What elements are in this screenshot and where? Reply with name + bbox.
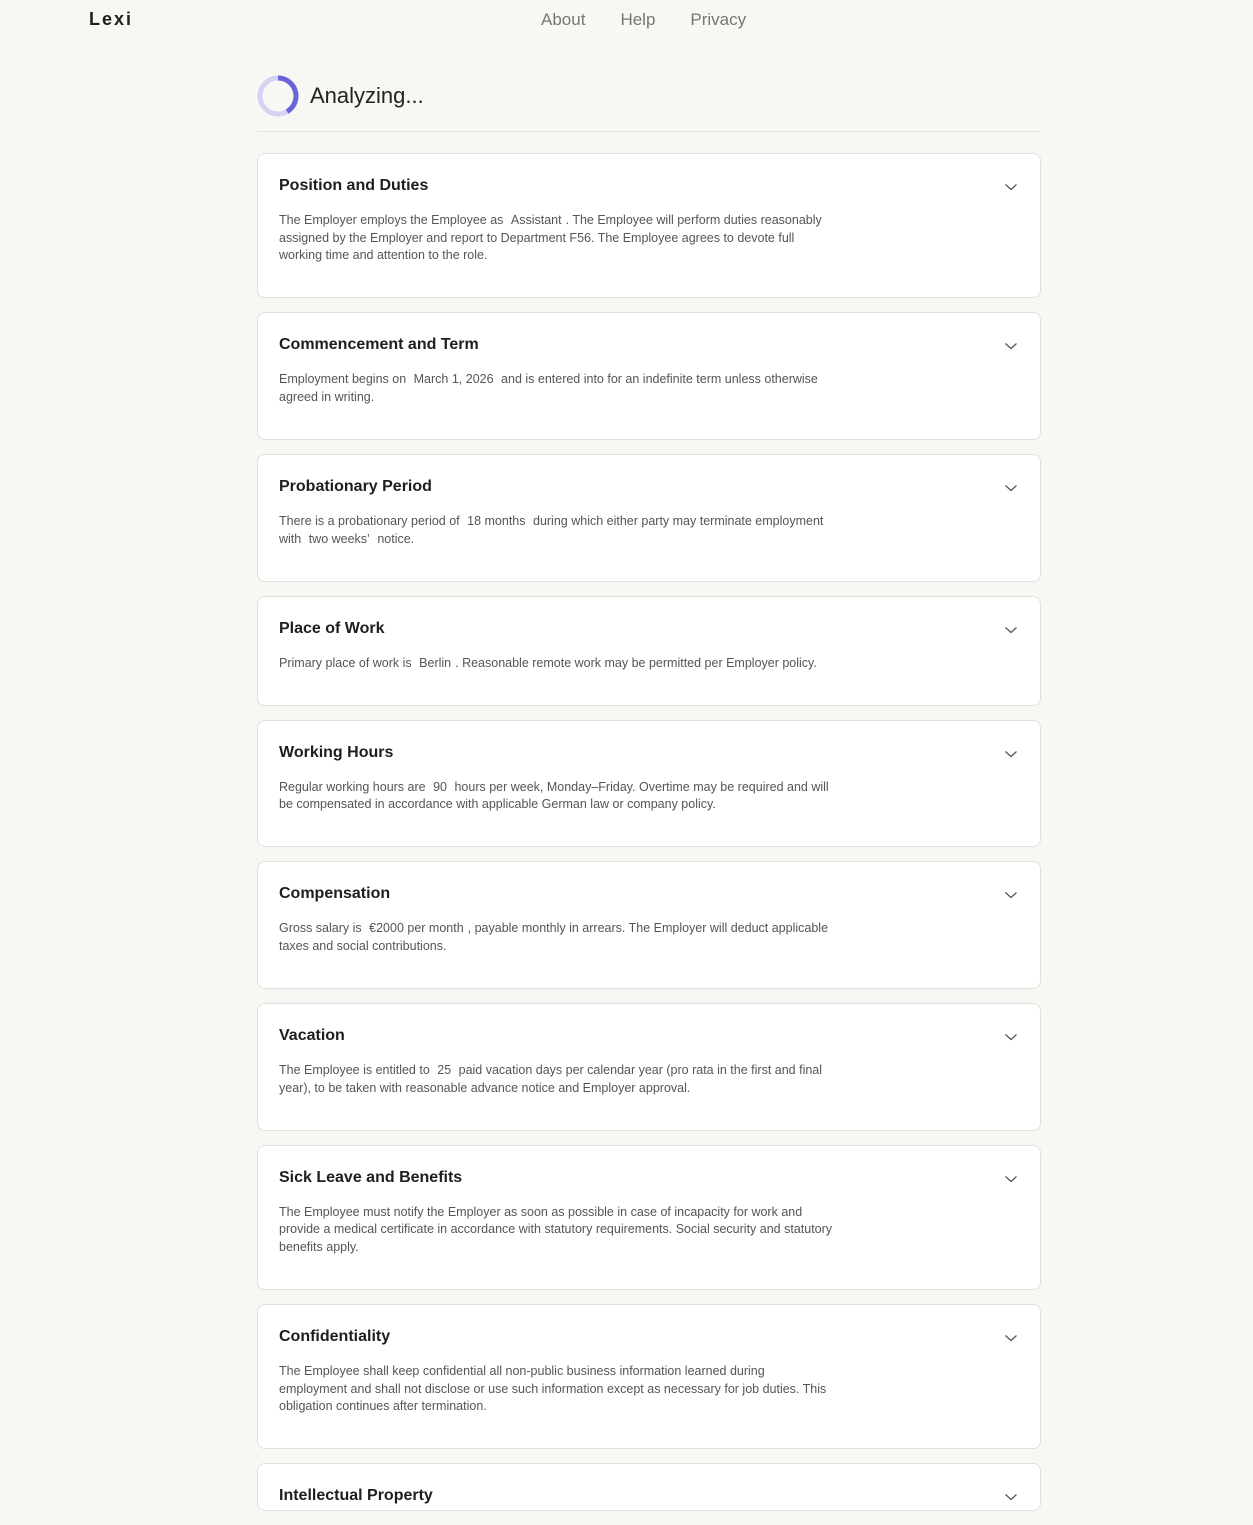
chevron-down-icon[interactable] <box>1004 1032 1018 1042</box>
section-card-sick-leave-and-benefits[interactable]: Sick Leave and Benefits The Employee must… <box>257 1144 1041 1291</box>
highlighted-value: €2000 per month <box>369 921 464 936</box>
highlighted-value: Assistant <box>510 213 562 227</box>
chevron-down-icon[interactable] <box>1004 749 1018 759</box>
section-card-place-of-work[interactable]: Place of Work Primary place of work is Be… <box>257 595 1041 706</box>
text-fragment: Regular working hours are <box>279 779 430 794</box>
section-title: Vacation <box>279 1027 345 1045</box>
chevron-down-icon[interactable] <box>1004 1174 1018 1184</box>
chevron-down-icon[interactable] <box>1004 890 1018 900</box>
highlighted-value: Berlin <box>419 655 452 670</box>
section-card-commencement-and-term[interactable]: Commencement and Term Employment begins o… <box>257 312 1041 440</box>
text-fragment: . Reasonable remote work may be permitte… <box>455 655 817 670</box>
section-card-compensation[interactable]: Compensation Gross salary is €2000 per mo… <box>257 861 1041 990</box>
section-text: The Employee is entitled to 25 paid vaca… <box>279 1062 834 1097</box>
text-fragment: The Employee shall keep confidential all… <box>279 1364 827 1414</box>
text-fragment: Gross salary is <box>279 921 366 936</box>
section-card-vacation[interactable]: Vacation The Employee is entitled to 25 p… <box>257 1003 1041 1131</box>
nav-link-help[interactable]: Help <box>620 10 655 30</box>
section-title: Probationary Period <box>279 477 432 495</box>
section-text: The Employee shall keep confidential all… <box>279 1363 834 1416</box>
chevron-down-icon[interactable] <box>1004 1333 1018 1343</box>
section-title: Compensation <box>279 885 391 903</box>
section-title: Working Hours <box>279 743 394 761</box>
section-list: Position and Duties The Employer employs … <box>257 153 1041 1512</box>
chevron-down-icon[interactable] <box>1004 1492 1018 1502</box>
text-fragment: Employment begins on <box>279 372 410 387</box>
status-text: Analyzing... <box>310 83 424 108</box>
section-text: Gross salary is €2000 per month, payable… <box>279 920 834 955</box>
section-card-probationary-period[interactable]: Probationary Period There is a probationa… <box>257 453 1041 582</box>
highlighted-value: 90 <box>433 779 447 794</box>
chevron-down-icon[interactable] <box>1004 625 1018 635</box>
brand-logo[interactable]: Lexi <box>89 9 133 30</box>
highlighted-value: 25 <box>437 1063 452 1078</box>
nav-link-privacy[interactable]: Privacy <box>690 10 746 30</box>
highlighted-value: March 1, 2026 <box>413 372 494 387</box>
section-card-position-and-duties[interactable]: Position and Duties The Employer employs … <box>257 153 1041 299</box>
text-fragment: notice. <box>373 531 415 546</box>
top-nav: About Help Privacy <box>541 10 746 30</box>
section-text: Employment begins on March 1, 2026 and i… <box>279 371 834 406</box>
nav-link-about[interactable]: About <box>541 10 585 30</box>
chevron-down-icon[interactable] <box>1004 483 1018 493</box>
analysis-status: Analyzing... <box>257 74 1041 132</box>
section-text: The Employer employs the Employee as Ass… <box>279 212 834 265</box>
section-text: There is a probationary period of 18 mon… <box>279 513 834 548</box>
section-title: Confidentiality <box>279 1328 391 1346</box>
section-title: Intellectual Property <box>279 1487 433 1505</box>
text-fragment: There is a probationary period of <box>279 513 464 528</box>
highlighted-value: two weeks’ <box>308 531 370 546</box>
section-title: Commencement and Term <box>279 336 479 354</box>
section-title: Position and Duties <box>279 177 429 194</box>
section-title: Place of Work <box>279 619 385 637</box>
section-card-confidentiality[interactable]: Confidentiality The Employee shall keep c… <box>257 1304 1041 1450</box>
section-card-working-hours[interactable]: Working Hours Regular working hours are 9… <box>257 719 1041 848</box>
section-card-intellectual-property[interactable]: Intellectual Property <box>257 1463 1041 1512</box>
section-text: Regular working hours are 90 hours per w… <box>279 779 834 814</box>
main-content: Analyzing... Position and Duties The Empl… <box>257 74 1041 1525</box>
highlighted-value: 18 months <box>467 513 526 528</box>
top-bar: Lexi About Help Privacy <box>0 0 1253 42</box>
text-fragment: The Employee must notify the Employer as… <box>279 1204 833 1254</box>
section-title: Sick Leave and Benefits <box>279 1168 463 1186</box>
loading-spinner-icon <box>257 75 299 117</box>
text-fragment: Primary place of work is <box>279 655 416 670</box>
chevron-down-icon[interactable] <box>1004 341 1018 351</box>
text-fragment: The Employer employs the Employee as <box>279 213 507 227</box>
section-text: Primary place of work is Berlin. Reasona… <box>279 655 834 673</box>
text-fragment: The Employee is entitled to <box>279 1063 434 1078</box>
chevron-down-icon[interactable] <box>1004 182 1018 192</box>
section-text: The Employee must notify the Employer as… <box>279 1204 834 1257</box>
